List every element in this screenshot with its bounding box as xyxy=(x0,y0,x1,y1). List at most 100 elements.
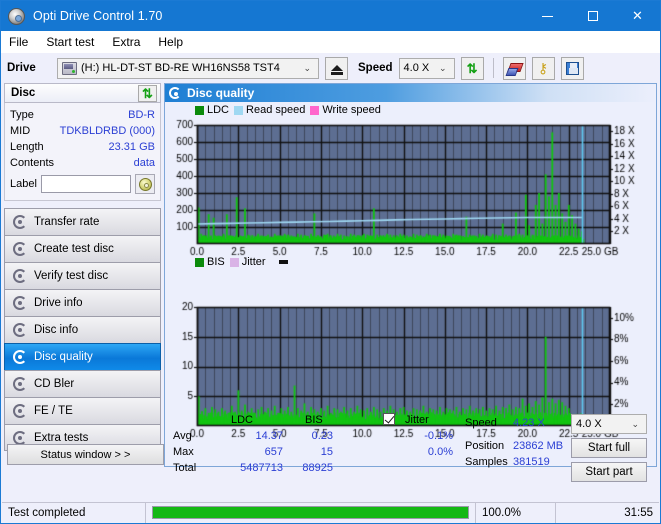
sidebar-item-disc-quality[interactable]: Disc quality xyxy=(4,343,161,370)
menu-item-help[interactable]: Help xyxy=(158,35,183,49)
disc-quality-panel: Disc quality LDC Read speed Write speed xyxy=(164,83,657,467)
cd-icon xyxy=(139,178,152,191)
sidebar-item-fe-te[interactable]: FE / TE xyxy=(4,397,161,424)
speed-select[interactable]: 4.0 X ⌄ xyxy=(399,58,455,79)
sidebar-item-verify-test-disc[interactable]: Verify test disc xyxy=(4,262,161,289)
disc-row-mid: MID TDKBLDRBD (000) xyxy=(10,123,155,139)
legend-label: Read speed xyxy=(246,104,305,116)
stats-max-jitter: 0.0% xyxy=(383,446,453,458)
disc-row-value: 23.31 GB xyxy=(109,141,155,153)
eject-icon xyxy=(331,65,343,71)
disc-icon xyxy=(13,431,27,445)
legend-item-read-speed: Read speed xyxy=(234,104,305,116)
stats-total-bis: 88925 xyxy=(283,462,333,474)
chevron-down-icon: ⌄ xyxy=(434,63,452,74)
drive-select-value: (H:) HL-DT-ST BD-RE WH16NS58 TST4 xyxy=(81,62,280,74)
panel-header: Disc quality xyxy=(165,84,656,102)
chevron-down-icon: ⌄ xyxy=(626,419,644,430)
disc-row-key: Type xyxy=(10,109,34,121)
chevron-down-icon: ⌄ xyxy=(298,63,316,74)
test-speed-select[interactable]: 4.0 X ⌄ xyxy=(571,414,647,434)
position-value: 23862 MB xyxy=(513,440,563,452)
status-message: Test completed xyxy=(2,503,146,523)
toolbar-divider xyxy=(493,58,494,78)
legend-item-ldc: LDC xyxy=(195,104,229,116)
page-title: Disc quality xyxy=(187,86,254,100)
sidebar-item-label: Create test disc xyxy=(34,243,114,255)
disc-label-input[interactable] xyxy=(41,175,131,193)
stats-col-ldc: LDC xyxy=(231,414,253,426)
chart-ldc-canvas xyxy=(165,117,650,262)
start-part-button[interactable]: Start part xyxy=(571,462,647,482)
samples-value: 381519 xyxy=(513,456,550,468)
erase-button[interactable] xyxy=(503,57,526,80)
disc-icon xyxy=(13,404,27,418)
disc-icon xyxy=(13,377,27,391)
sidebar-item-cd-bler[interactable]: CD Bler xyxy=(4,370,161,397)
sidebar-item-label: Extra tests xyxy=(34,432,88,444)
disc-row-type: Type BD-R xyxy=(10,107,155,123)
menu-item-start-test[interactable]: Start test xyxy=(46,35,94,49)
stats-avg-bis: 0.23 xyxy=(283,430,333,442)
disc-refresh-button[interactable]: ⇅ xyxy=(138,85,157,102)
sidebar-item-disc-info[interactable]: Disc info xyxy=(4,316,161,343)
sidebar-item-label: Disc info xyxy=(34,324,78,336)
sidebar-item-transfer-rate[interactable]: Transfer rate xyxy=(4,208,161,235)
save-icon xyxy=(566,62,579,75)
sidebar-item-label: Verify test disc xyxy=(34,270,108,282)
disc-label-row: Label xyxy=(10,174,155,194)
disc-row-contents: Contents data xyxy=(10,155,155,171)
stats-max-bis: 15 xyxy=(283,446,333,458)
stats-col-jitter: Jitter xyxy=(405,414,429,426)
disc-label-button[interactable] xyxy=(135,174,155,194)
app-window: Opti Drive Control 1.70 ✕ File Start tes… xyxy=(0,0,661,524)
progress-bar xyxy=(152,506,469,519)
samples-label: Samples xyxy=(465,456,508,468)
status-window-button[interactable]: Status window > > xyxy=(7,444,164,465)
disc-quality-icon xyxy=(169,87,181,99)
save-button[interactable] xyxy=(561,57,584,80)
legend-swatch xyxy=(310,106,319,115)
key-button[interactable]: ⚷ xyxy=(532,57,555,80)
elapsed-time: 31:55 xyxy=(556,503,659,523)
menu-item-extra[interactable]: Extra xyxy=(112,35,140,49)
close-icon[interactable]: ✕ xyxy=(615,1,660,31)
sidebar-item-create-test-disc[interactable]: Create test disc xyxy=(4,235,161,262)
chart-legend-bottom: BIS Jitter xyxy=(165,254,288,269)
sidebar-item-label: Transfer rate xyxy=(34,216,99,228)
legend-swatch xyxy=(195,106,204,115)
disc-icon xyxy=(13,215,27,229)
menu-item-file[interactable]: File xyxy=(9,35,28,49)
sidebar-item-label: Drive info xyxy=(34,297,83,309)
disc-icon xyxy=(13,350,27,364)
position-label: Position xyxy=(465,440,504,452)
main-body: Disc ⇅ Type BD-R MID TDKBLDRBD (000) Len… xyxy=(1,83,660,467)
stats-row-max-label: Max xyxy=(173,446,194,458)
key-icon: ⚷ xyxy=(538,61,548,75)
progress-percent: 100.0% xyxy=(476,503,556,523)
jitter-checkbox[interactable] xyxy=(383,413,395,426)
stats-max-ldc: 657 xyxy=(213,446,283,458)
status-bar: Test completed 100.0% 31:55 xyxy=(2,502,659,522)
disc-row-value: BD-R xyxy=(128,109,155,121)
eject-button[interactable] xyxy=(325,57,348,80)
stats-row-avg-label: Avg xyxy=(173,430,192,442)
disc-row-key: Contents xyxy=(10,157,54,169)
minimize-icon[interactable] xyxy=(525,1,570,31)
eraser-icon xyxy=(507,63,522,74)
refresh-button[interactable]: ⇅ xyxy=(461,57,484,80)
disc-label-caption: Label xyxy=(10,178,37,190)
progress-fill xyxy=(153,507,468,518)
drive-select[interactable]: (H:) HL-DT-ST BD-RE WH16NS58 TST4 ⌄ xyxy=(57,58,319,79)
speed-readout-label: Speed xyxy=(465,417,497,429)
test-speed-value: 4.0 X xyxy=(576,418,602,430)
stats-total-ldc: 5487713 xyxy=(203,462,283,474)
sidebar-item-drive-info[interactable]: Drive info xyxy=(4,289,161,316)
drive-label: Drive xyxy=(7,62,51,74)
legend-item-write-speed: Write speed xyxy=(310,104,381,116)
maximize-icon[interactable] xyxy=(570,1,615,31)
chart-legend-top: LDC Read speed Write speed xyxy=(165,102,656,117)
start-full-button[interactable]: Start full xyxy=(571,438,647,458)
disc-icon xyxy=(13,296,27,310)
legend-label: Write speed xyxy=(322,104,381,116)
